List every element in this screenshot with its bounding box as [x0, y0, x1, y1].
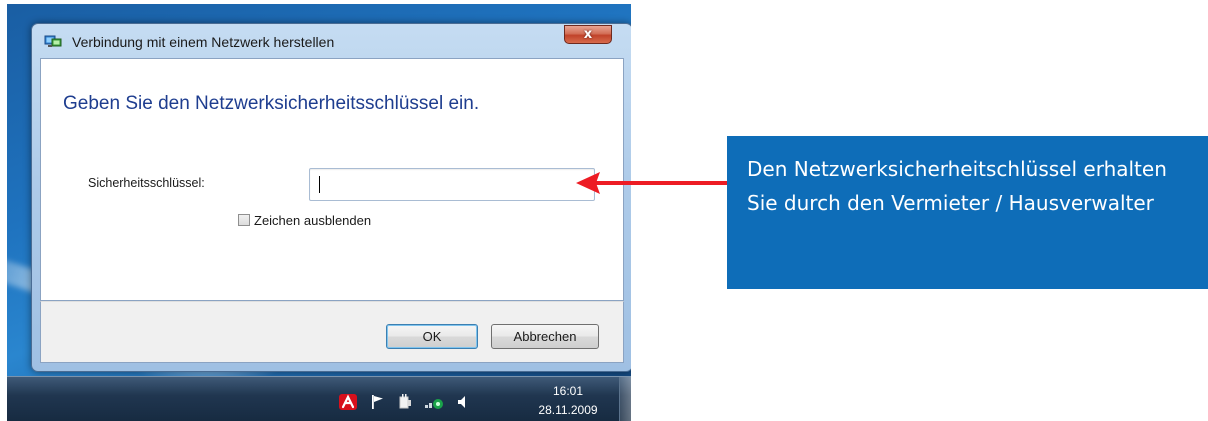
close-icon: x — [583, 27, 593, 42]
dialog-footer: OK Abbrechen — [40, 301, 624, 363]
security-key-label: Sicherheitsschlüssel: — [88, 176, 205, 190]
dialog-heading: Geben Sie den Netzwerksicherheitsschlüss… — [63, 93, 480, 114]
screen: Verbindung mit einem Netzwerk herstellen… — [0, 0, 1208, 421]
text-caret — [319, 176, 320, 193]
annotation-text: Den Netzwerksicherheitschlüssel erhalten… — [747, 157, 1167, 215]
clock-date[interactable]: 28.11.2009 — [527, 403, 609, 417]
avira-icon[interactable] — [338, 394, 358, 410]
security-key-input[interactable] — [309, 168, 595, 201]
show-desktop-button[interactable] — [619, 377, 631, 421]
hide-characters-checkbox[interactable] — [238, 214, 250, 226]
speaker-icon[interactable] — [454, 394, 470, 410]
hide-characters-option[interactable]: Zeichen ausblenden — [238, 212, 371, 228]
ok-button[interactable]: OK — [386, 324, 478, 349]
annotation-callout: Den Netzwerksicherheitschlüssel erhalten… — [727, 136, 1208, 289]
network-icon — [44, 35, 62, 47]
network-tray-icon[interactable] — [423, 394, 445, 410]
close-button[interactable]: x — [564, 25, 612, 44]
dialog-titlebar[interactable]: Verbindung mit einem Netzwerk herstellen… — [32, 24, 631, 58]
taskbar: 16:01 28.11.2009 — [7, 376, 631, 421]
cancel-button[interactable]: Abbrechen — [491, 324, 599, 349]
annotation-arrow — [576, 172, 730, 194]
clock-time[interactable]: 16:01 — [533, 384, 603, 398]
power-icon[interactable] — [396, 394, 414, 410]
dialog-title: Verbindung mit einem Netzwerk herstellen — [72, 34, 335, 50]
flag-icon[interactable] — [369, 394, 387, 410]
dialog-content: Geben Sie den Netzwerksicherheitsschlüss… — [40, 58, 624, 301]
hide-characters-label: Zeichen ausblenden — [254, 212, 372, 228]
desktop-screenshot: Verbindung mit einem Netzwerk herstellen… — [7, 4, 631, 421]
network-connect-dialog: Verbindung mit einem Netzwerk herstellen… — [31, 23, 631, 372]
